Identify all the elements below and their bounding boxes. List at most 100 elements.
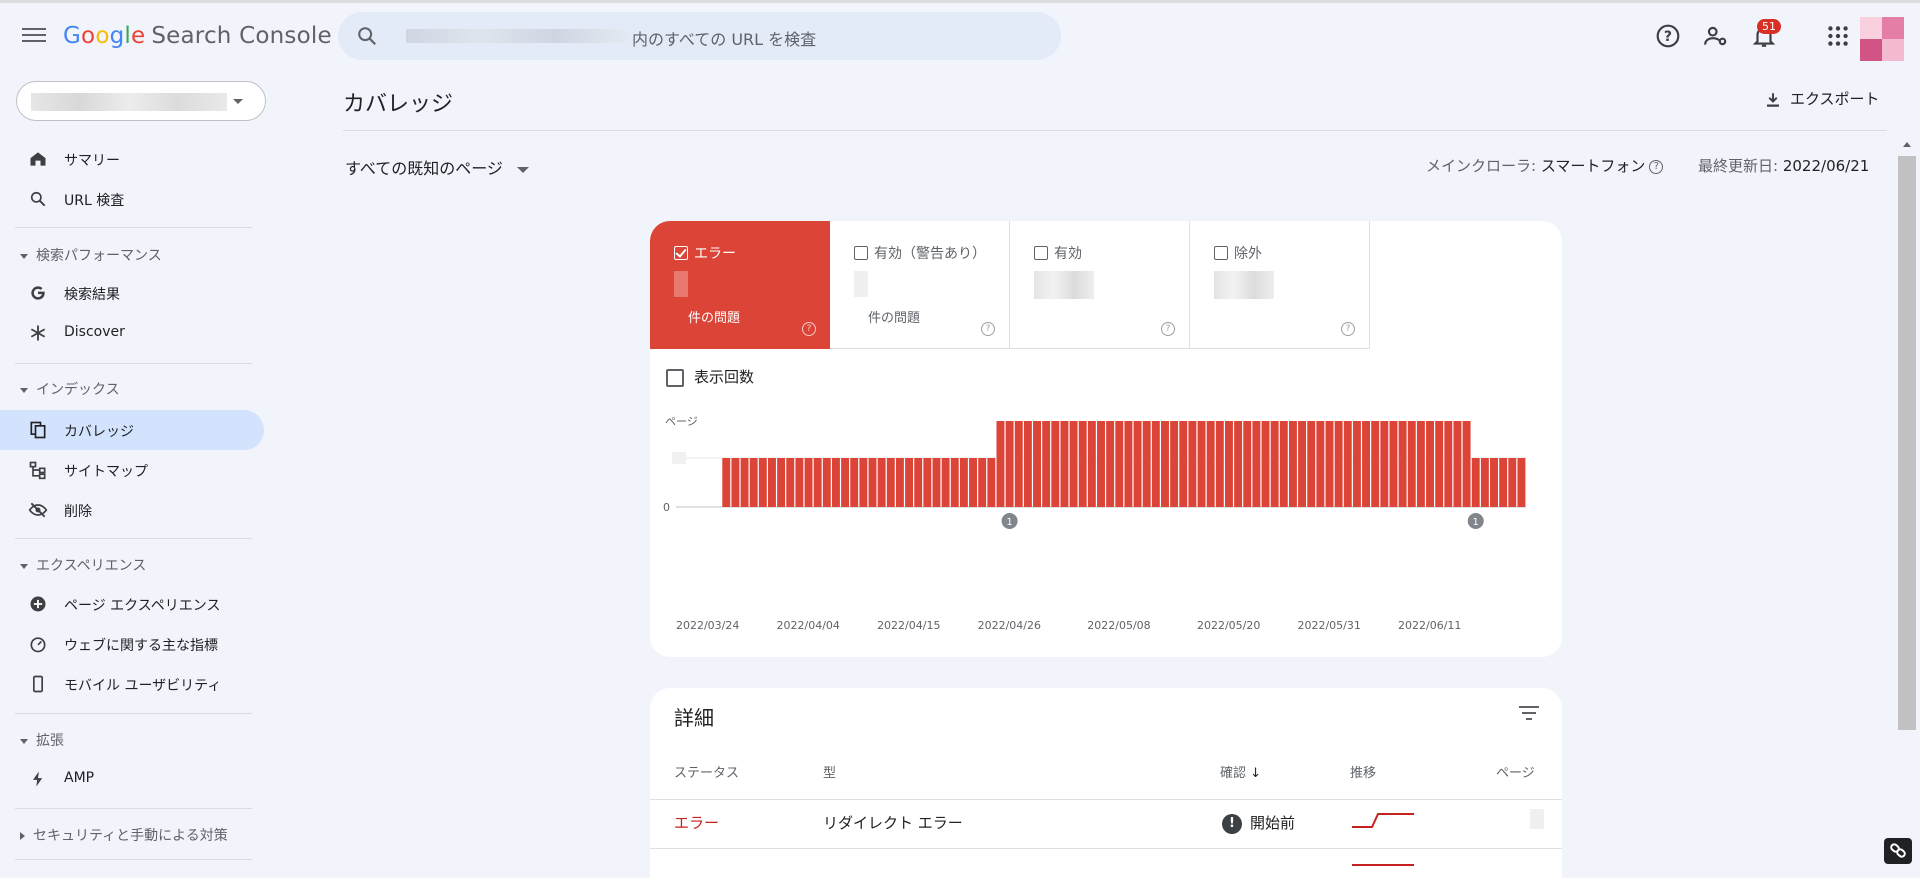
chart-bar bbox=[1389, 421, 1398, 507]
x-tick-label: 2022/03/24 bbox=[675, 619, 740, 632]
redacted-property-url bbox=[406, 29, 628, 43]
chart-bar bbox=[777, 458, 786, 507]
details-title: 詳細 bbox=[674, 706, 714, 730]
section-search-performance[interactable]: 検索パフォーマンス bbox=[20, 245, 162, 265]
section-label: セキュリティと手動による対策 bbox=[33, 828, 228, 844]
tile-label: 有効（警告あり） bbox=[874, 246, 986, 262]
search-placeholder: 内のすべての URL を検査 bbox=[632, 30, 817, 49]
col-status[interactable]: ステータス bbox=[674, 762, 739, 781]
chart-bar bbox=[1508, 458, 1517, 507]
menu-icon[interactable] bbox=[22, 25, 46, 45]
sidebar-item-label: モバイル ユーザビリティ bbox=[64, 678, 222, 694]
sidebar-item-amp[interactable]: AMP bbox=[0, 759, 264, 799]
home-icon bbox=[30, 152, 46, 166]
filter-icon[interactable] bbox=[1518, 706, 1540, 722]
user-settings-icon[interactable] bbox=[1703, 23, 1729, 49]
chart-bar bbox=[1316, 421, 1325, 507]
link-icon[interactable] bbox=[1884, 838, 1912, 864]
section-label: 検索パフォーマンス bbox=[36, 248, 162, 264]
tile-error[interactable]: エラー 件の問題 ? bbox=[650, 221, 830, 349]
sidebar-item-label: 削除 bbox=[64, 504, 92, 520]
product-name: Search Console bbox=[151, 23, 332, 49]
chart-bar bbox=[1352, 421, 1361, 507]
chart-bar bbox=[1480, 458, 1489, 507]
chart-bar bbox=[1023, 421, 1032, 507]
tile-issues: 件の問題 bbox=[868, 311, 921, 326]
help-icon[interactable]: ? bbox=[1655, 23, 1681, 49]
export-button[interactable]: エクスポート bbox=[1764, 88, 1880, 109]
row-validation: ! 開始前 bbox=[1222, 812, 1295, 834]
chart-bar bbox=[978, 458, 987, 507]
col-type[interactable]: 型 bbox=[823, 762, 836, 781]
notification-badge: 51 bbox=[1757, 19, 1781, 34]
sidebar-item-url-inspection[interactable]: URL 検査 bbox=[0, 179, 264, 219]
page-scrollbar[interactable] bbox=[1896, 138, 1918, 868]
coverage-chart: 0 1 1 bbox=[663, 421, 1526, 529]
impressions-label: 表示回数 bbox=[694, 368, 755, 386]
impressions-toggle[interactable]: 表示回数 bbox=[666, 366, 754, 387]
sidebar-item-sitemaps[interactable]: サイトマップ bbox=[0, 450, 264, 490]
validation-label: 開始前 bbox=[1250, 814, 1296, 832]
col-validation[interactable]: 確認 ↓ bbox=[1220, 762, 1261, 781]
tile-excluded[interactable]: 除外 ? bbox=[1190, 221, 1370, 349]
help-icon[interactable]: ? bbox=[1649, 159, 1664, 174]
help-icon[interactable]: ? bbox=[981, 322, 995, 336]
tile-label: 有効 bbox=[1054, 246, 1082, 262]
alert-icon: ! bbox=[1222, 813, 1242, 834]
sidebar-item-page-experience[interactable]: ページ エクスペリエンス bbox=[0, 584, 264, 624]
crawler-value: スマートフォン bbox=[1540, 157, 1646, 175]
sidebar-divider bbox=[15, 538, 252, 539]
chart-bar bbox=[1426, 421, 1435, 507]
x-tick-label: 2022/04/15 bbox=[877, 619, 941, 632]
sidebar-item-label: カバレッジ bbox=[64, 424, 134, 440]
chart-bar bbox=[1051, 421, 1060, 507]
section-security[interactable]: セキュリティと手動による対策 bbox=[20, 825, 228, 845]
avatar[interactable] bbox=[1860, 17, 1904, 61]
sidebar-item-core-web-vitals[interactable]: ウェブに関する主な指標 bbox=[0, 624, 264, 664]
help-icon[interactable]: ? bbox=[802, 322, 816, 336]
chart-bar bbox=[969, 458, 978, 507]
phone-icon bbox=[33, 675, 43, 693]
chevron-down-icon bbox=[20, 253, 28, 259]
sidebar-item-removals[interactable]: 削除 bbox=[0, 490, 264, 530]
property-selector[interactable] bbox=[16, 81, 266, 121]
col-trend[interactable]: 推移 bbox=[1350, 762, 1376, 781]
tile-valid[interactable]: 有効 ? bbox=[1010, 221, 1190, 349]
help-icon[interactable]: ? bbox=[1161, 322, 1175, 336]
chart-bar bbox=[804, 458, 813, 507]
section-enhancements[interactable]: 拡張 bbox=[20, 730, 64, 750]
scroll-thumb[interactable] bbox=[1898, 156, 1916, 730]
chart-bar bbox=[1042, 421, 1051, 507]
app-logo[interactable]: Google Search Console bbox=[63, 23, 332, 49]
page-filter-dropdown[interactable]: すべての既知のページ bbox=[345, 155, 529, 179]
tile-valid-warning[interactable]: 有効（警告あり） 件の問題 ? bbox=[830, 221, 1010, 349]
gauge-icon bbox=[30, 637, 46, 653]
section-experience[interactable]: エクスペリエンス bbox=[20, 555, 146, 575]
section-index[interactable]: インデックス bbox=[20, 379, 120, 399]
chevron-down-icon bbox=[20, 387, 28, 393]
row-status: エラー bbox=[674, 814, 720, 832]
help-icon[interactable]: ? bbox=[1341, 322, 1355, 336]
apps-grid-icon[interactable] bbox=[1825, 23, 1851, 49]
chart-bar bbox=[1170, 421, 1179, 507]
chart-bar bbox=[1069, 421, 1078, 507]
col-pages[interactable]: ページ bbox=[1496, 762, 1535, 781]
chart-bar bbox=[987, 458, 996, 507]
section-label: エクスペリエンス bbox=[36, 558, 147, 574]
sidebar-item-summary[interactable]: サマリー bbox=[0, 139, 264, 179]
chart-bar bbox=[1243, 421, 1252, 507]
sidebar-item-discover[interactable]: Discover bbox=[0, 313, 264, 353]
app-header: Google Search Console 内のすべての URL を検査 ? 51 bbox=[0, 3, 1920, 69]
chart-bar bbox=[831, 458, 840, 507]
row-type: リダイレクト エラー bbox=[823, 814, 963, 832]
chart-bar bbox=[877, 458, 886, 507]
chart-bar bbox=[1371, 421, 1380, 507]
chart-bar bbox=[813, 458, 822, 507]
sidebar-item-search-results[interactable]: 検索結果 bbox=[0, 273, 264, 313]
sidebar-item-coverage[interactable]: カバレッジ bbox=[0, 410, 264, 450]
scroll-up-arrow[interactable] bbox=[1903, 142, 1911, 147]
chart-bar bbox=[1215, 421, 1224, 507]
url-inspect-search[interactable]: 内のすべての URL を検査 bbox=[338, 12, 1061, 60]
chart-bar bbox=[749, 458, 758, 507]
sidebar-item-mobile-usability[interactable]: モバイル ユーザビリティ bbox=[0, 664, 264, 704]
